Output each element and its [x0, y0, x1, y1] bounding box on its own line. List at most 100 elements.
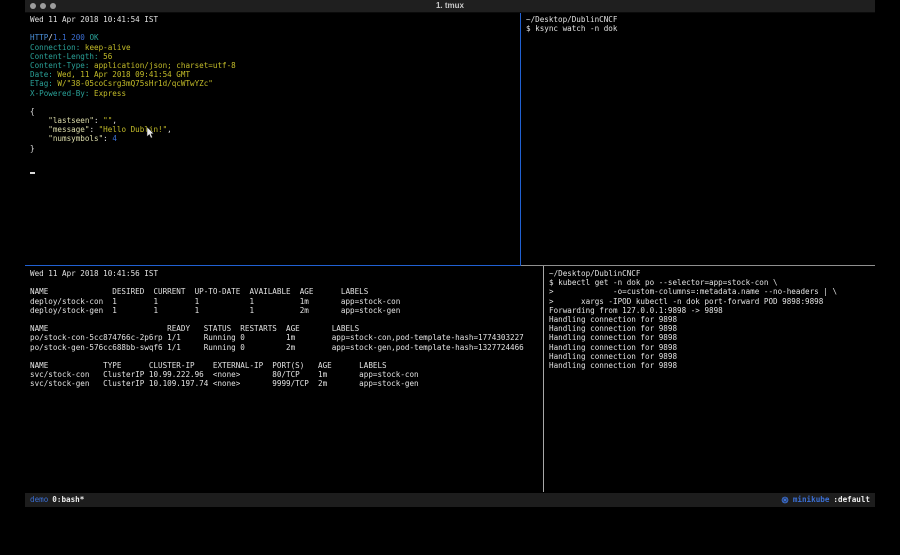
text-segment: HTTP: [30, 33, 48, 42]
terminal-line: $ kubectl get -n dok po --selector=app=s…: [549, 278, 875, 287]
text-segment: Connection:: [30, 43, 80, 52]
text-segment: > xargs -IPOD kubectl -n dok port-forwar…: [549, 297, 823, 306]
kubernetes-wheel-icon: [781, 496, 789, 504]
window-tab-bash[interactable]: 0:bash*: [52, 493, 84, 507]
text-segment: svc/stock-con ClusterIP 10.99.222.96 <no…: [30, 370, 419, 379]
terminal-cursor: [30, 172, 35, 174]
text-segment: Content-Type:: [30, 61, 89, 70]
terminal-line: svc/stock-gen ClusterIP 10.109.197.74 <n…: [30, 379, 543, 388]
terminal-line: "numsymbols": 4: [30, 134, 520, 143]
text-segment: > -o=custom-columns=:metadata.name --no-…: [549, 287, 837, 296]
terminal-line: [30, 24, 520, 33]
terminal-line: Wed 11 Apr 2018 10:41:54 IST: [30, 15, 520, 24]
text-segment: "message": [30, 125, 89, 134]
terminal-line: }: [30, 144, 520, 153]
text-segment: Handling connection for 9898: [549, 352, 677, 361]
desktop-background: { "window": { "title": "1. tmux" }, "pal…: [0, 0, 900, 555]
kube-namespace: :default: [833, 493, 870, 507]
terminal-line: {: [30, 107, 520, 116]
terminal-line: Wed 11 Apr 2018 10:41:56 IST: [30, 269, 543, 278]
text-segment: ETag:: [30, 79, 53, 88]
text-segment: Wed, 11 Apr 2018 09:41:54 GMT: [53, 70, 190, 79]
text-segment: Date:: [30, 70, 53, 79]
terminal-line: > -o=custom-columns=:metadata.name --no-…: [549, 287, 875, 296]
terminal-line: deploy/stock-con 1 1 1 1 1m app=stock-co…: [30, 297, 543, 306]
text-segment: W/"38-05coCsrg3mQ75sHr1d/qcWTwYZc": [53, 79, 213, 88]
terminal-line: Handling connection for 9898: [549, 343, 875, 352]
terminal-line: deploy/stock-gen 1 1 1 1 2m app=stock-ge…: [30, 306, 543, 315]
terminal-line: HTTP/1.1 200 OK: [30, 33, 520, 42]
terminal-line: "lastseen": "",: [30, 116, 520, 125]
text-segment: NAME READY STATUS RESTARTS AGE LABELS: [30, 324, 359, 333]
text-segment: :: [89, 125, 98, 134]
terminal-line: NAME TYPE CLUSTER-IP EXTERNAL-IP PORT(S)…: [30, 361, 543, 370]
terminal-line: po/stock-gen-576cc688bb-swqf6 1/1 Runnin…: [30, 343, 543, 352]
text-segment: 56: [99, 52, 113, 61]
text-segment: Handling connection for 9898: [549, 324, 677, 333]
text-segment: ~/Desktop/DublinCNCF: [549, 269, 640, 278]
terminal-line: Forwarding from 127.0.0.1:9898 -> 9898: [549, 306, 875, 315]
text-segment: Forwarding from 127.0.0.1:9898 -> 9898: [549, 306, 723, 315]
text-segment: Wed 11 Apr 2018 10:41:56 IST: [30, 269, 158, 278]
terminal-line: svc/stock-con ClusterIP 10.99.222.96 <no…: [30, 370, 543, 379]
text-segment: :: [103, 134, 112, 143]
terminal-line: [30, 278, 543, 287]
pane-kubectl-get[interactable]: Wed 11 Apr 2018 10:41:56 IST NAME DESIRE…: [25, 266, 543, 492]
text-segment: Handling connection for 9898: [549, 333, 677, 342]
terminal-line: ETag: W/"38-05coCsrg3mQ75sHr1d/qcWTwYZc": [30, 79, 520, 88]
terminal-line: Content-Length: 56: [30, 52, 520, 61]
mouse-cursor-icon: [146, 127, 155, 139]
session-name: demo: [30, 493, 48, 507]
window-titlebar: 1. tmux: [25, 0, 875, 13]
terminal-window: 1. tmux Wed 11 Apr 2018 10:41:54 IST HTT…: [25, 0, 875, 507]
text-segment: :: [94, 116, 103, 125]
pane-port-forward[interactable]: ~/Desktop/DublinCNCF$ kubectl get -n dok…: [544, 266, 875, 492]
terminal-line: Date: Wed, 11 Apr 2018 09:41:54 GMT: [30, 70, 520, 79]
terminal-line: ~/Desktop/DublinCNCF: [526, 15, 875, 24]
text-segment: svc/stock-gen ClusterIP 10.109.197.74 <n…: [30, 379, 419, 388]
text-segment: Handling connection for 9898: [549, 343, 677, 352]
text-segment: ,: [112, 116, 117, 125]
terminal-line: po/stock-con-5cc874766c-2p6rp 1/1 Runnin…: [30, 333, 543, 342]
text-segment: $ kubectl get -n dok po --selector=app=s…: [549, 278, 778, 287]
terminal-line: Handling connection for 9898: [549, 352, 875, 361]
terminal-line: [30, 352, 543, 361]
terminal-line: [30, 98, 520, 107]
terminal-line: [30, 315, 543, 324]
terminal-line: Content-Type: application/json; charset=…: [30, 61, 520, 70]
text-segment: Content-Length:: [30, 52, 99, 61]
text-segment: Wed 11 Apr 2018 10:41:54 IST: [30, 15, 158, 24]
text-segment: X-Powered-By:: [30, 89, 89, 98]
text-segment: "": [103, 116, 112, 125]
terminal-line: Handling connection for 9898: [549, 361, 875, 370]
text-segment: deploy/stock-gen 1 1 1 1 2m app=stock-ge…: [30, 306, 400, 315]
text-segment: 4: [112, 134, 117, 143]
tmux-terminal: Wed 11 Apr 2018 10:41:54 IST HTTP/1.1 20…: [25, 13, 875, 492]
terminal-line: > xargs -IPOD kubectl -n dok port-forwar…: [549, 297, 875, 306]
text-segment: po/stock-gen-576cc688bb-swqf6 1/1 Runnin…: [30, 343, 524, 352]
terminal-line: NAME DESIRED CURRENT UP-TO-DATE AVAILABL…: [30, 287, 543, 296]
text-segment: keep-alive: [80, 43, 130, 52]
text-segment: application/json; charset=utf-8: [89, 61, 235, 70]
terminal-line: NAME READY STATUS RESTARTS AGE LABELS: [30, 324, 543, 333]
text-segment: "numsymbols": [30, 134, 103, 143]
terminal-line: $ ksync watch -n dok: [526, 24, 875, 33]
text-segment: "Hello Dublin!": [99, 125, 168, 134]
text-segment: OK: [89, 33, 98, 42]
terminal-line: Handling connection for 9898: [549, 333, 875, 342]
terminal-line: Handling connection for 9898: [549, 324, 875, 333]
text-segment: }: [30, 144, 35, 153]
terminal-line: Handling connection for 9898: [549, 315, 875, 324]
text-segment: ,: [167, 125, 172, 134]
status-right: minikube:default: [781, 493, 870, 507]
terminal-line: "message": "Hello Dublin!",: [30, 125, 520, 134]
text-segment: "lastseen": [30, 116, 94, 125]
pane-ksync-watch[interactable]: ~/Desktop/DublinCNCF$ ksync watch -n dok: [521, 13, 875, 265]
text-segment: {: [30, 107, 35, 116]
text-segment: Express: [89, 89, 126, 98]
text-segment: deploy/stock-con 1 1 1 1 1m app=stock-co…: [30, 297, 400, 306]
terminal-line: X-Powered-By: Express: [30, 89, 520, 98]
text-segment: Handling connection for 9898: [549, 361, 677, 370]
text-segment: 1.1 200: [53, 33, 90, 42]
pane-http-response[interactable]: Wed 11 Apr 2018 10:41:54 IST HTTP/1.1 20…: [25, 13, 520, 265]
